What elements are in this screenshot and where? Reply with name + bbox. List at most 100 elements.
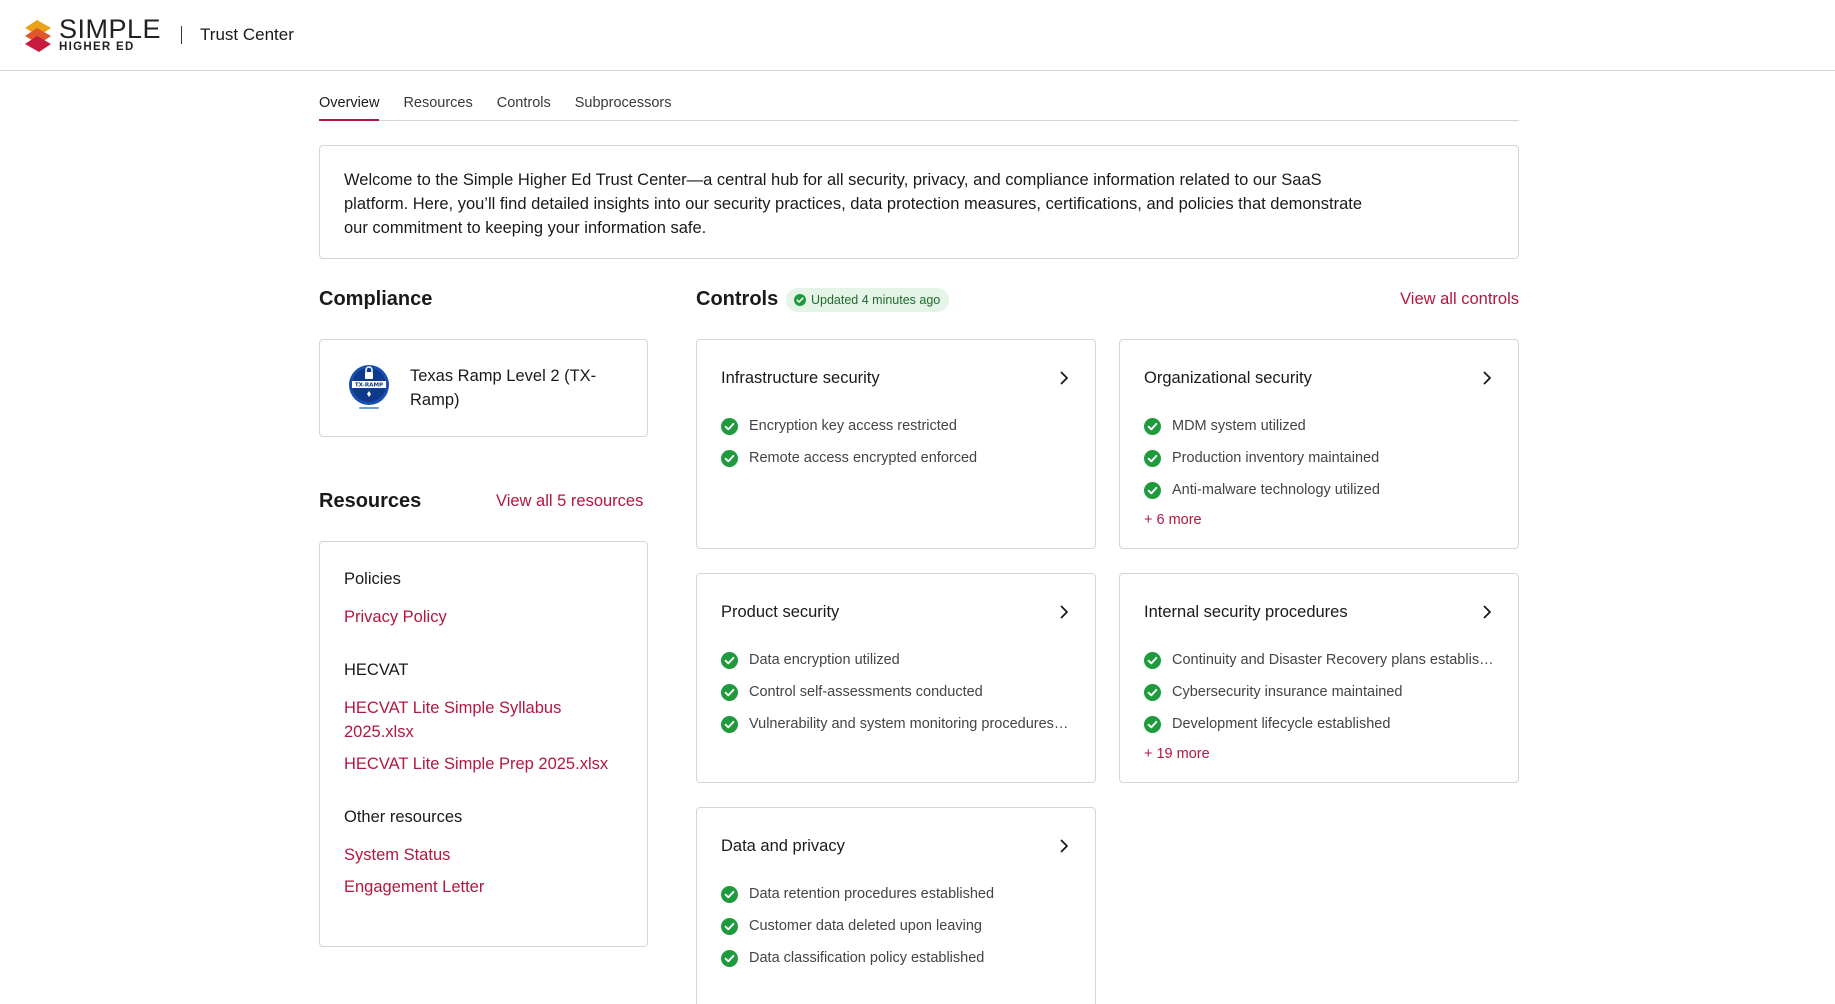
compliance-card[interactable]: TX-RAMP Texas Ramp Level 2 (TX-Ramp): [319, 339, 648, 437]
control-item-label: Customer data deleted upon leaving: [749, 918, 982, 934]
control-item: Vulnerability and system monitoring proc…: [721, 708, 1071, 740]
control-card-title: Infrastructure security: [721, 368, 880, 387]
logo-sub-text: HIGHER ED: [59, 41, 135, 54]
view-all-resources-link[interactable]: View all 5 resources: [496, 492, 643, 511]
logo[interactable]: SIMPLE HIGHER ED: [23, 15, 161, 55]
control-card-title: Organizational security: [1144, 368, 1312, 387]
check-circle-icon: [721, 449, 738, 467]
control-item-label: Development lifecycle established: [1172, 716, 1391, 732]
badge-label: TX-RAMP: [355, 383, 383, 389]
page-title: Trust Center: [200, 25, 294, 44]
privacy-policy-link[interactable]: Privacy Policy: [344, 605, 623, 629]
control-item: Anti-malware technology utilized: [1144, 474, 1494, 506]
control-item: Encryption key access restricted: [721, 410, 1071, 442]
tab-bar: Overview Resources Controls Subprocessor…: [319, 90, 1519, 121]
control-card-organizational-security[interactable]: Organizational security MDM system utiliz…: [1119, 339, 1519, 549]
resources-heading: Resources: [319, 490, 422, 512]
control-card-header: Product security: [721, 600, 1071, 624]
control-item: Development lifecycle established: [1144, 708, 1494, 740]
tx-ramp-badge-icon: TX-RAMP: [349, 365, 389, 409]
control-card-title: Internal security procedures: [1144, 602, 1348, 621]
compliance-heading: Compliance: [319, 288, 433, 310]
check-circle-icon: [721, 651, 738, 669]
check-circle-icon: [1144, 449, 1161, 467]
resource-group-title: HECVAT: [344, 661, 409, 679]
resource-group-hecvat: HECVAT HECVAT Lite Simple Syllabus 2025.…: [344, 661, 623, 776]
control-item-label: Control self-assessments conducted: [749, 684, 983, 700]
resource-group-title: Other resources: [344, 808, 463, 826]
top-bar: SIMPLE HIGHER ED Trust Center: [0, 0, 1835, 71]
welcome-panel: Welcome to the Simple Higher Ed Trust Ce…: [319, 145, 1519, 259]
control-item: Continuity and Disaster Recovery plans e…: [1144, 644, 1494, 676]
check-circle-icon: [1144, 481, 1161, 499]
control-card-header: Organizational security: [1144, 366, 1494, 390]
control-card-header: Internal security procedures: [1144, 600, 1494, 624]
check-circle-icon: [1144, 715, 1161, 733]
control-item-label: Encryption key access restricted: [749, 418, 957, 434]
control-item: Control self-assessments conducted: [721, 676, 1071, 708]
logo-main-text: SIMPLE: [59, 14, 162, 45]
control-more-link[interactable]: + 19 more: [1144, 746, 1494, 762]
control-more-link[interactable]: + 6 more: [1144, 512, 1494, 528]
control-item-label: MDM system utilized: [1172, 418, 1306, 434]
tab-overview[interactable]: Overview: [319, 90, 380, 121]
check-circle-icon: [1144, 683, 1161, 701]
resource-group-policies: Policies Privacy Policy: [344, 570, 623, 629]
control-card-product-security[interactable]: Product security Data encryption utilized…: [696, 573, 1096, 783]
control-card-data-and-privacy[interactable]: Data and privacy Data retention procedure…: [696, 807, 1096, 1004]
control-card-internal-security-procedures[interactable]: Internal security procedures Continuity a…: [1119, 573, 1519, 783]
check-circle-icon: [721, 683, 738, 701]
control-item-label: Continuity and Disaster Recovery plans e…: [1172, 652, 1494, 668]
chevron-right-icon[interactable]: [1057, 371, 1071, 385]
control-item-label: Data classification policy established: [749, 950, 985, 966]
chevron-right-icon[interactable]: [1057, 605, 1071, 619]
view-all-controls-link[interactable]: View all controls: [1400, 290, 1519, 309]
check-circle-icon: [1144, 417, 1161, 435]
control-card-header: Data and privacy: [721, 834, 1071, 858]
control-item: Data retention procedures established: [721, 878, 1071, 910]
chevron-right-icon[interactable]: [1480, 371, 1494, 385]
check-circle-icon: [1144, 651, 1161, 669]
control-item-label: Production inventory maintained: [1172, 450, 1380, 466]
welcome-text: Welcome to the Simple Higher Ed Trust Ce…: [344, 171, 1363, 237]
hecvat-prep-link[interactable]: HECVAT Lite Simple Prep 2025.xlsx: [344, 752, 623, 776]
updated-badge: Updated 4 minutes ago: [786, 288, 950, 312]
control-item: Data classification policy established: [721, 942, 1071, 974]
control-item: Customer data deleted upon leaving: [721, 910, 1071, 942]
control-item: Remote access encrypted enforced: [721, 442, 1071, 474]
control-item-label: Vulnerability and system monitoring proc…: [749, 716, 1071, 732]
engagement-letter-link[interactable]: Engagement Letter: [344, 875, 623, 899]
check-circle-icon: [721, 417, 738, 435]
check-circle-icon: [721, 917, 738, 935]
control-card-header: Infrastructure security: [721, 366, 1071, 390]
control-item-label: Remote access encrypted enforced: [749, 450, 978, 466]
control-card-title: Data and privacy: [721, 836, 845, 855]
control-item: Production inventory maintained: [1144, 442, 1494, 474]
control-item-label: Anti-malware technology utilized: [1172, 482, 1380, 498]
check-circle-icon: [721, 949, 738, 967]
control-card-infrastructure-security[interactable]: Infrastructure security Encryption key ac…: [696, 339, 1096, 549]
control-item-label: Data retention procedures established: [749, 886, 995, 902]
control-card-title: Product security: [721, 602, 840, 621]
control-item-label: Data encryption utilized: [749, 652, 900, 668]
tab-subprocessors[interactable]: Subprocessors: [575, 90, 672, 121]
simple-logo-icon: [25, 20, 51, 52]
compliance-item-name: Texas Ramp Level 2 (TX-Ramp): [410, 367, 597, 409]
resource-group-other: Other resources System Status Engagement…: [344, 808, 623, 899]
tab-controls[interactable]: Controls: [497, 90, 551, 121]
control-item: Cybersecurity insurance maintained: [1144, 676, 1494, 708]
control-item: Data encryption utilized: [721, 644, 1071, 676]
check-circle-icon: [721, 885, 738, 903]
resource-group-title: Policies: [344, 570, 401, 588]
resources-card: Policies Privacy Policy HECVAT HECVAT Li…: [319, 541, 648, 947]
chevron-right-icon[interactable]: [1480, 605, 1494, 619]
controls-heading: Controls: [696, 288, 779, 310]
chevron-right-icon[interactable]: [1057, 839, 1071, 853]
control-item: MDM system utilized: [1144, 410, 1494, 442]
header-divider: [181, 26, 183, 44]
hecvat-syllabus-link[interactable]: HECVAT Lite Simple Syllabus 2025.xlsx: [344, 696, 623, 744]
system-status-link[interactable]: System Status: [344, 843, 623, 867]
check-circle-icon: [794, 294, 806, 306]
control-item-label: Cybersecurity insurance maintained: [1172, 684, 1403, 700]
tab-resources[interactable]: Resources: [403, 90, 472, 121]
